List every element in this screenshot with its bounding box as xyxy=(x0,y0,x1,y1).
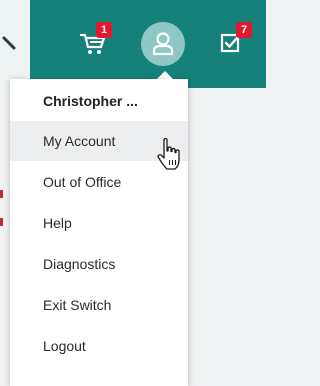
menu-item-help[interactable]: Help xyxy=(10,203,188,243)
user-icon xyxy=(152,32,174,56)
menu-item-logout[interactable]: Logout xyxy=(10,326,188,366)
page: 1 7 Christopher ... My Account Out of Of… xyxy=(0,0,266,386)
hand-pointer-cursor-icon xyxy=(157,138,180,170)
search-button[interactable] xyxy=(0,0,30,88)
tasks-button[interactable]: 7 xyxy=(216,22,256,62)
menu-item-user-name[interactable]: Christopher ... xyxy=(10,81,188,121)
background-content-mark xyxy=(0,218,3,226)
menu-item-diagnostics[interactable]: Diagnostics xyxy=(10,244,188,284)
search-icon xyxy=(2,36,16,50)
user-menu-button[interactable] xyxy=(141,22,185,66)
user-dropdown-menu: Christopher ... My Account Out of Office… xyxy=(10,79,188,386)
background-content-mark xyxy=(0,190,3,198)
menu-item-exit-switch[interactable]: Exit Switch xyxy=(10,285,188,325)
cart-count-badge: 1 xyxy=(96,22,112,38)
tasks-count-badge: 7 xyxy=(236,22,252,38)
top-navigation-bar: 1 7 xyxy=(0,0,266,88)
cart-button[interactable]: 1 xyxy=(78,22,118,62)
